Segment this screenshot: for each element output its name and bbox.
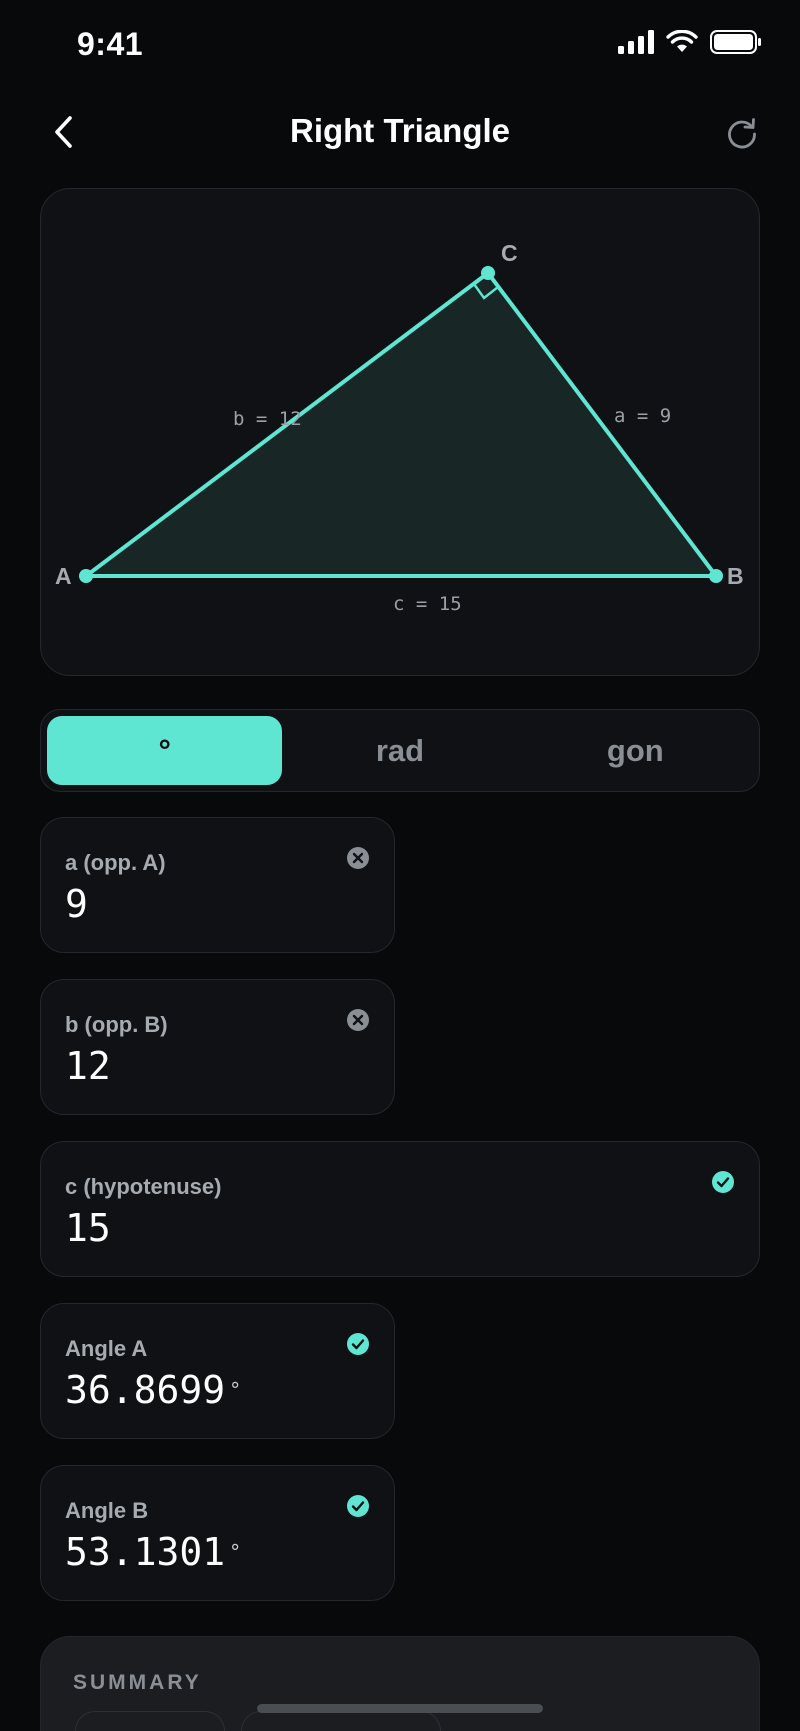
side-b-input[interactable] [65,1044,325,1088]
home-indicator [257,1704,543,1713]
side-a-label: a (opp. A) [65,850,166,875]
nav-bar: Right Triangle [0,96,800,168]
clear-icon[interactable] [346,846,370,870]
check-circle-icon [712,1171,734,1193]
angle-b-value-row[interactable]: 53.1301 ° [65,1530,325,1574]
status-icons [618,30,762,54]
angle-a-field[interactable]: Angle A 36.8699 ° [40,1303,395,1439]
status-bar: 9:41 [0,0,800,90]
angle-a-label: Angle A [65,1336,148,1361]
side-b-field[interactable]: b (opp. B) [40,979,395,1115]
triangle-canvas: A B C b = 12 a = 9 c = 15 [40,188,760,676]
unit-radians-option[interactable]: rad [282,716,517,785]
angle-unit-selector: ° rad gon [40,709,760,792]
angle-b-value: 53.1301 [65,1530,226,1574]
hypotenuse-label: c (hypotenuse) [65,1174,222,1199]
hypotenuse-input[interactable] [65,1206,325,1250]
status-time: 9:41 [77,26,144,62]
side-b-label: b = 12 [233,408,302,430]
angle-b-field[interactable]: Angle B 53.1301 ° [40,1465,395,1601]
reset-button[interactable] [720,112,764,156]
side-a-field[interactable]: a (opp. A) [40,817,395,953]
summary-card: SUMMARY [40,1636,760,1731]
side-b-label: b (opp. B) [65,1012,168,1037]
angle-b-label: Angle B [65,1498,149,1523]
vertex-a-handle[interactable] [79,569,93,583]
unit-degrees-option[interactable]: ° [47,716,283,785]
clear-icon[interactable] [346,1008,370,1032]
vertex-b-label: B [727,563,744,589]
page-title: Right Triangle [289,112,510,149]
side-a-label: a = 9 [614,405,671,427]
vertex-c-handle[interactable] [481,266,495,280]
angle-a-value: 36.8699 [65,1368,226,1412]
angle-a-value-row[interactable]: 36.8699 ° [65,1368,325,1412]
summary-title: SUMMARY [73,1671,202,1694]
unit-gon-option[interactable]: gon [518,716,753,785]
triangle-diagram: A B C b = 12 a = 9 c = 15 [55,240,744,615]
cellular-signal-icon [618,30,654,54]
summary-chip [241,1711,441,1731]
vertex-a-label: A [55,563,72,589]
wifi-icon [666,30,698,52]
check-circle-icon [347,1333,369,1355]
vertex-b-handle[interactable] [709,569,723,583]
angle-b-unit: ° [229,1540,242,1564]
side-a-input[interactable] [65,882,325,926]
refresh-icon [728,118,756,149]
battery-icon [710,30,761,54]
angle-a-unit: ° [229,1378,242,1402]
summary-chip [75,1711,225,1731]
hypotenuse-field[interactable]: c (hypotenuse) [40,1141,760,1277]
vertex-c-label: C [501,240,518,266]
side-c-label: c = 15 [393,593,462,615]
check-circle-icon [347,1495,369,1517]
